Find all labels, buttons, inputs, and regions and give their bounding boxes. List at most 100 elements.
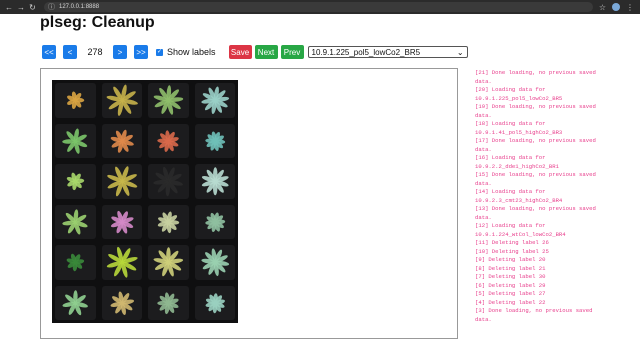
plant-rosette: [153, 247, 184, 277]
plant-pot[interactable]: [55, 164, 96, 199]
log-line: [17] Done loading, no previous saved: [475, 137, 596, 144]
log-line: 10.9.1.225_pol5_lowCo2_BR5: [475, 94, 563, 102]
plant-rosette: [109, 290, 134, 315]
plant-rosette: [106, 84, 138, 116]
log-line: 10.9.1.41_pol5_highCo2_BR3: [475, 128, 563, 136]
bookmark-star-icon[interactable]: ☆: [599, 3, 606, 12]
log-line: [4] Deleting label 22: [475, 298, 546, 306]
log-line: data.: [475, 111, 492, 119]
show-labels-text: Show labels: [167, 47, 216, 57]
plant-pot[interactable]: [55, 83, 96, 118]
plant-pot[interactable]: [55, 285, 96, 320]
browser-toolbar: ← → ↻ ⓘ 127.0.0.1:8888 ☆ ⋮: [0, 0, 640, 14]
plant-rosette: [110, 129, 134, 153]
show-labels-toggle[interactable]: ✓ Show labels: [156, 47, 216, 57]
log-line: [13] Done loading, no previous saved: [475, 205, 596, 212]
plant-pot[interactable]: [101, 123, 142, 158]
plant-rosette: [67, 91, 85, 110]
plant-pot[interactable]: [148, 245, 189, 280]
plant-pot[interactable]: [148, 285, 189, 320]
plant-tray-image[interactable]: [52, 80, 238, 323]
info-icon[interactable]: ⓘ: [48, 2, 55, 12]
plant-pot[interactable]: [101, 204, 142, 239]
log-line: data.: [475, 179, 492, 187]
log-line: 10.9.1.224_wtCol_lowCo2_BR4: [475, 230, 566, 238]
previous-page-button[interactable]: <: [63, 45, 77, 59]
reload-icon[interactable]: ↻: [29, 3, 36, 12]
toolbar: << < 278 > >> ✓ Show labels Save Next Pr…: [42, 45, 468, 59]
plant-pot[interactable]: [101, 285, 142, 320]
plant-pot[interactable]: [194, 83, 235, 118]
log-line: [20] Loading data for: [475, 86, 546, 93]
log-line: data.: [475, 213, 492, 221]
log-line: [6] Deleting label 29: [475, 281, 546, 289]
page-title: plseg: Cleanup: [40, 14, 155, 31]
log-line: 10.9.2.3_cmt23_highCo2_BR4: [475, 196, 563, 204]
plant-pot[interactable]: [148, 83, 189, 118]
plant-pot[interactable]: [101, 245, 142, 280]
next-page-button[interactable]: >: [113, 45, 127, 59]
event-log: [21] Done loading, no previous saved data…: [475, 69, 625, 323]
plant-rosette: [157, 129, 179, 152]
plant-rosette: [205, 292, 225, 313]
back-icon[interactable]: ←: [5, 3, 13, 12]
plant-pot[interactable]: [101, 83, 142, 118]
log-line: [8] Deleting label 21: [475, 264, 546, 272]
prev-button[interactable]: Prev: [280, 45, 304, 59]
menu-dots-icon[interactable]: ⋮: [626, 3, 634, 12]
plant-pot[interactable]: [148, 204, 189, 239]
plant-rosette: [62, 289, 88, 315]
plant-rosette: [110, 210, 134, 234]
first-page-button[interactable]: <<: [42, 45, 56, 59]
address-bar[interactable]: ⓘ 127.0.0.1:8888: [44, 2, 593, 12]
plant-rosette: [157, 210, 180, 233]
plant-rosette: [106, 166, 137, 197]
last-page-button[interactable]: >>: [134, 45, 148, 59]
plant-rosette: [66, 253, 85, 272]
page-number: 278: [87, 47, 103, 57]
log-line: [19] Done loading, no previous saved: [475, 103, 596, 110]
plant-pot[interactable]: [55, 204, 96, 239]
plant-pot[interactable]: [55, 123, 96, 158]
plant-pot[interactable]: [148, 164, 189, 199]
url-text: 127.0.0.1:8888: [59, 4, 100, 10]
log-line: [10] Deleting label 25: [475, 247, 549, 255]
log-line: [15] Done loading, no previous saved: [475, 171, 596, 178]
forward-icon[interactable]: →: [17, 3, 25, 12]
plant-rosette: [153, 166, 183, 197]
plant-pot[interactable]: [194, 164, 235, 199]
log-line: [7] Deleting label 30: [475, 273, 546, 280]
plant-rosette: [200, 248, 229, 277]
plant-rosette: [204, 130, 225, 151]
plant-pot[interactable]: [194, 123, 235, 158]
plant-rosette: [201, 167, 229, 196]
save-button[interactable]: Save: [228, 45, 252, 59]
dataset-select[interactable]: 10.9.1.225_pol5_lowCo2_BR5 ⌄: [307, 46, 468, 58]
log-line: [14] Loading data for: [475, 188, 546, 195]
plant-pot[interactable]: [194, 204, 235, 239]
plant-pot[interactable]: [55, 245, 96, 280]
log-line: data.: [475, 315, 492, 323]
profile-avatar-icon[interactable]: [612, 3, 620, 11]
plant-pot[interactable]: [148, 123, 189, 158]
plant-pot[interactable]: [194, 245, 235, 280]
log-line: [12] Loading data for: [475, 222, 546, 229]
plant-rosette: [153, 85, 184, 115]
log-line: [11] Deleting label 26: [475, 239, 549, 246]
browser-nav: ← → ↻: [5, 3, 36, 12]
image-canvas[interactable]: [40, 68, 458, 339]
log-line: [16] Loading data for: [475, 154, 546, 161]
next-button[interactable]: Next: [254, 45, 278, 59]
plant-rosette: [106, 246, 138, 278]
log-line: [3] Done loading, no previous saved: [475, 307, 593, 314]
log-line: [18] Loading data for: [475, 120, 546, 127]
checkbox-icon[interactable]: ✓: [156, 48, 163, 56]
plant-rosette: [62, 127, 88, 154]
plant-pot[interactable]: [101, 164, 142, 199]
plant-rosette: [66, 172, 85, 191]
log-line: [9] Deleting label 20: [475, 256, 546, 263]
plant-pot[interactable]: [194, 285, 235, 320]
plant-rosette: [62, 208, 88, 235]
log-line: [21] Done loading, no previous saved: [475, 69, 596, 76]
browser-actions: ☆ ⋮: [599, 3, 634, 12]
